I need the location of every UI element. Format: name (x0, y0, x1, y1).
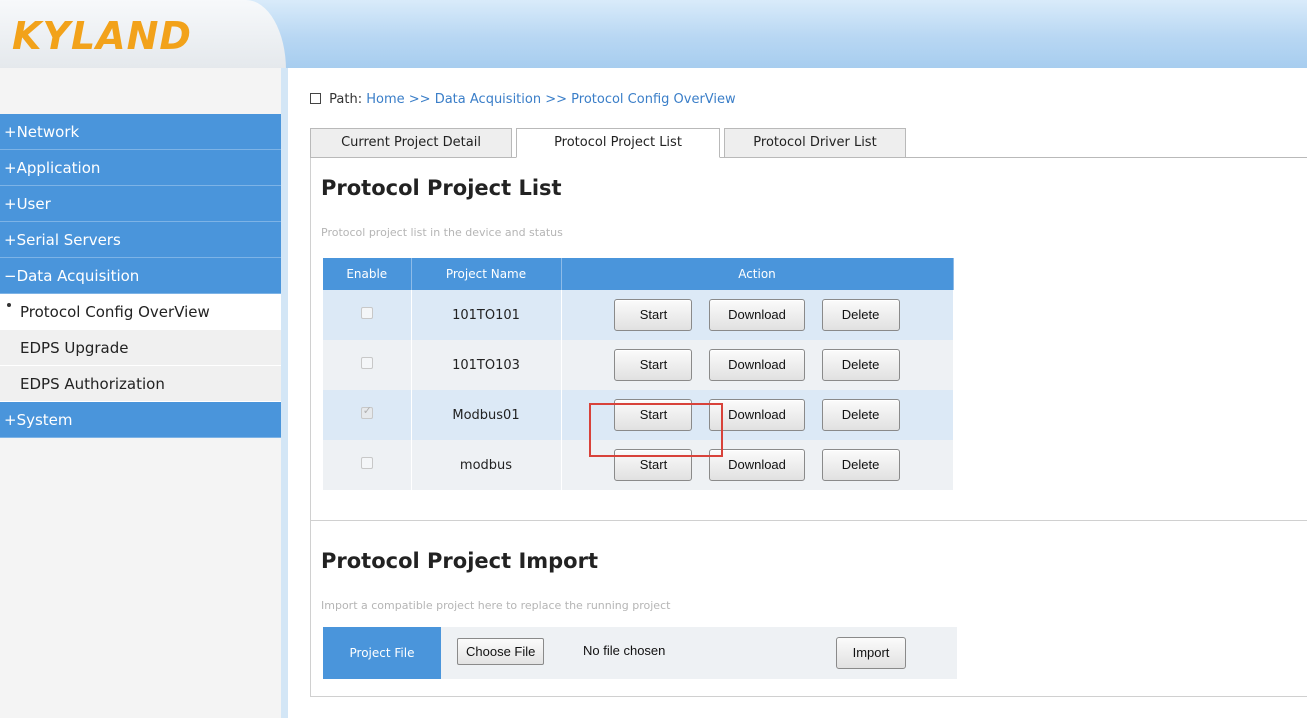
project-name-cell: 101TO103 (411, 340, 562, 390)
column-header-action: Action (561, 258, 954, 290)
enable-cell (323, 340, 412, 390)
project-file-label: Project File (323, 627, 441, 679)
download-button[interactable]: Download (709, 349, 805, 381)
start-button[interactable]: Start (614, 299, 693, 331)
delete-button[interactable]: Delete (821, 399, 900, 431)
column-header-project-name: Project Name (411, 258, 562, 290)
tab-protocol-driver-list[interactable]: Protocol Driver List (724, 128, 906, 158)
sidebar-item-edps-upgrade[interactable]: EDPS Upgrade (0, 330, 281, 366)
sidebar-item-protocol-config-overview[interactable]: Protocol Config OverView (0, 294, 281, 330)
import-button[interactable]: Import (836, 637, 906, 669)
download-button[interactable]: Download (709, 449, 805, 481)
project-import-panel: Protocol Project Import Import a compati… (310, 521, 1307, 697)
sidebar-item-serial-servers[interactable]: +Serial Servers (0, 222, 281, 258)
tab-protocol-project-list[interactable]: Protocol Project List (516, 128, 720, 158)
sidebar-item-label: Protocol Config OverView (20, 303, 210, 321)
project-list-title: Protocol Project List (321, 176, 562, 200)
enable-checkbox[interactable] (360, 357, 373, 369)
project-list-panel: Protocol Project List Protocol project l… (310, 158, 1307, 521)
logo-tab: KYLAND (0, 0, 286, 70)
breadcrumb-home[interactable]: Home (366, 92, 404, 107)
sidebar-item-data-acquisition[interactable]: −Data Acquisition (0, 258, 281, 294)
kyland-logo: KYLAND (12, 14, 192, 58)
action-cell: Start Download Delete (561, 290, 954, 340)
file-status-text: No file chosen (583, 643, 666, 658)
breadcrumb-separator: >> (408, 92, 431, 107)
tab-bar: Current Project Detail Protocol Project … (310, 128, 1307, 158)
project-name-cell: modbus (411, 440, 562, 490)
sidebar-item-application[interactable]: +Application (0, 150, 281, 186)
active-bullet-icon (7, 303, 11, 307)
enable-checkbox[interactable] (360, 404, 373, 419)
main-content: Path: Home >> Data Acquisition >> Protoc… (288, 68, 1307, 718)
enable-checkbox[interactable] (360, 307, 373, 319)
project-list-description: Protocol project list in the device and … (321, 226, 563, 239)
project-import-title: Protocol Project Import (321, 549, 598, 573)
sidebar-item-user[interactable]: +User (0, 186, 281, 222)
path-square-icon (310, 93, 321, 104)
sidebar-item-edps-authorization[interactable]: EDPS Authorization (0, 366, 281, 402)
enable-checkbox[interactable] (360, 457, 373, 469)
breadcrumb-separator: >> (545, 92, 568, 107)
import-row: Project File Choose File No file chosen … (323, 627, 957, 679)
project-name-cell: 101TO101 (411, 290, 562, 340)
enable-cell (323, 390, 412, 440)
breadcrumb-protocol-config-overview[interactable]: Protocol Config OverView (571, 92, 735, 107)
sidebar-item-network[interactable]: +Network (0, 114, 281, 150)
download-button[interactable]: Download (709, 299, 805, 331)
breadcrumb-prefix: Path: (329, 92, 363, 107)
enable-cell (323, 440, 412, 490)
top-header: KYLAND (0, 0, 1307, 70)
table-row: 101TO103 Start Download Delete (323, 340, 954, 390)
start-button[interactable]: Start (614, 349, 693, 381)
sidebar-divider (281, 68, 288, 718)
delete-button[interactable]: Delete (821, 449, 900, 481)
breadcrumb: Path: Home >> Data Acquisition >> Protoc… (310, 92, 736, 107)
start-button-highlight (589, 403, 723, 457)
delete-button[interactable]: Delete (821, 299, 900, 331)
column-header-enable: Enable (323, 258, 412, 290)
delete-button[interactable]: Delete (821, 349, 900, 381)
breadcrumb-data-acquisition[interactable]: Data Acquisition (435, 92, 541, 107)
tab-current-project-detail[interactable]: Current Project Detail (310, 128, 512, 158)
download-button[interactable]: Download (709, 399, 805, 431)
project-import-description: Import a compatible project here to repl… (321, 599, 671, 612)
sidebar-item-system[interactable]: +System (0, 402, 281, 438)
enable-cell (323, 290, 412, 340)
sidebar-nav: +Network +Application +User +Serial Serv… (0, 114, 281, 438)
choose-file-button[interactable]: Choose File (457, 638, 545, 665)
project-name-cell: Modbus01 (411, 390, 562, 440)
table-row: 101TO101 Start Download Delete (323, 290, 954, 340)
action-cell: Start Download Delete (561, 340, 954, 390)
